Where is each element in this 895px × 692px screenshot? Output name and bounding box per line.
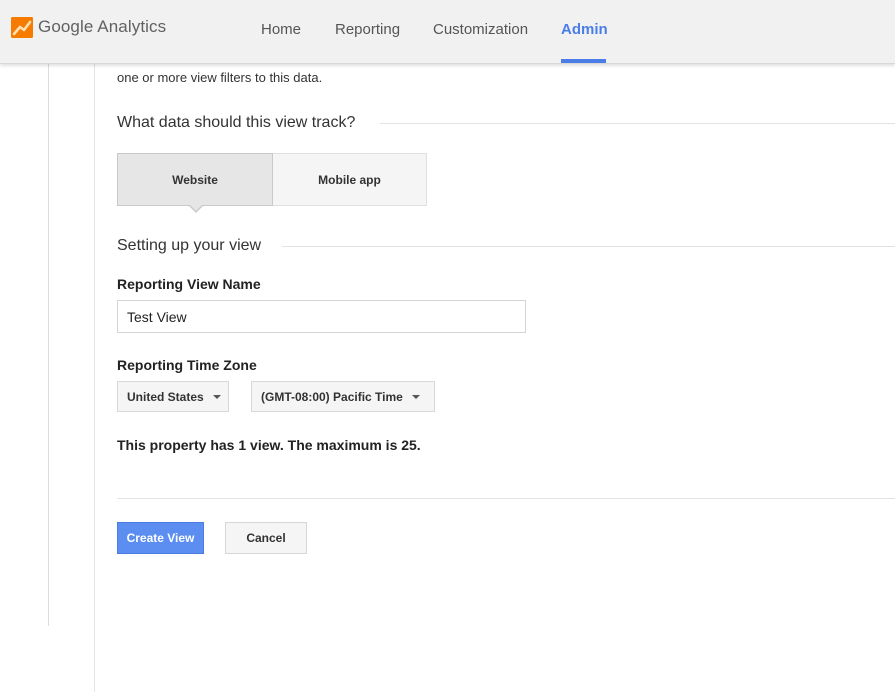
view-name-label: Reporting View Name: [117, 276, 261, 292]
form-divider: [117, 498, 895, 499]
view-limit-notice: This property has 1 view. The maximum is…: [117, 437, 421, 453]
nav-admin[interactable]: Admin: [561, 21, 608, 38]
mobile-app-option-button[interactable]: Mobile app: [273, 153, 427, 206]
nav-home[interactable]: Home: [261, 21, 301, 38]
track-section-title: What data should this view track?: [117, 114, 370, 132]
active-nav-indicator: [561, 59, 606, 63]
google-analytics-logo-icon: [11, 17, 33, 38]
content-left-border: [94, 63, 95, 692]
view-name-input[interactable]: [117, 300, 526, 333]
section-divider: [282, 246, 895, 247]
dropdown-arrow-icon: [411, 394, 420, 399]
setup-section-title: Setting up your view: [117, 237, 276, 255]
left-rail-divider: [48, 63, 49, 626]
country-dropdown-value: United States: [127, 389, 204, 404]
nav-customization[interactable]: Customization: [433, 21, 528, 38]
timezone-dropdown[interactable]: (GMT-08:00) Pacific Time: [251, 381, 435, 412]
brand-name[interactable]: Google Analytics: [38, 17, 166, 37]
app-header: Google Analytics Home Reporting Customiz…: [0, 0, 895, 64]
create-view-button[interactable]: Create View: [117, 522, 204, 554]
country-dropdown[interactable]: United States: [117, 381, 229, 412]
time-zone-label: Reporting Time Zone: [117, 357, 257, 373]
intro-text: one or more view filters to this data.: [117, 70, 323, 85]
cancel-button[interactable]: Cancel: [225, 522, 307, 554]
website-option-button[interactable]: Website: [117, 153, 273, 206]
selected-indicator-caret-fill: [190, 205, 202, 211]
dropdown-arrow-icon: [212, 394, 221, 399]
section-divider: [380, 123, 895, 124]
nav-reporting[interactable]: Reporting: [335, 21, 400, 38]
timezone-dropdown-value: (GMT-08:00) Pacific Time: [261, 389, 403, 404]
